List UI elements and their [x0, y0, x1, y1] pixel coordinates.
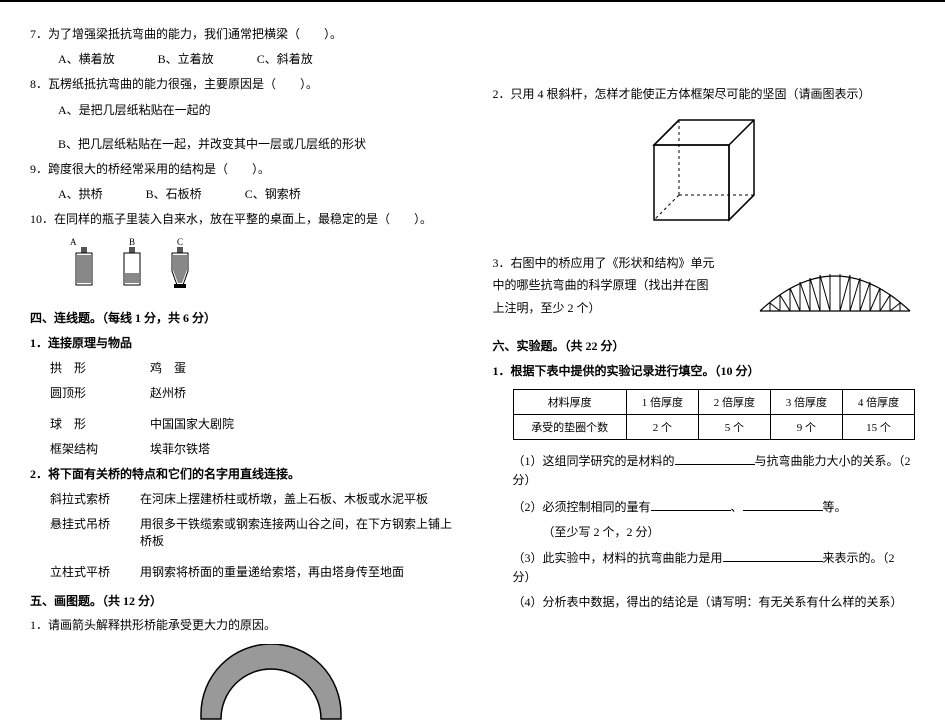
match-l-0: 拱 形 — [30, 359, 120, 376]
s2d: （至少写 2 个，2 分） — [493, 523, 916, 542]
s1a: （1）这组同学研究的是材料的 — [513, 454, 675, 468]
right-column: 2．只用 4 根斜杆，怎样才能使正方体框架尽可能的坚固（请画图表示） 3．右图中… — [493, 22, 916, 635]
bridge-row-1: 悬挂式吊桥用很多干铁缆索或钢索连接两山谷之间，在下方钢索上铺上桥板 — [30, 515, 453, 549]
experiment-table: 材料厚度 1 倍厚度 2 倍厚度 3 倍厚度 4 倍厚度 承受的垫圈个数 2 个… — [513, 389, 916, 440]
sub-q4: （4）分析表中数据，得出的结论是（请写明：有无关系有什么样的关系） — [493, 593, 916, 612]
sec4-part2-title: 2．将下面有关桥的特点和它们的名字用直线连接。 — [30, 465, 453, 482]
th-0: 材料厚度 — [513, 390, 626, 415]
bottle-a-label: A — [70, 237, 98, 247]
bridge-l-1: 悬挂式吊桥 — [50, 515, 140, 549]
match-l-2: 球 形 — [30, 415, 120, 432]
right-q3-row: 3．右图中的桥应用了《形状和结构》单元 中的哪些抗弯曲的科学原理（找出并在图 上… — [493, 251, 916, 321]
s3a: （3）此实验中，材料的抗弯曲能力是用 — [513, 551, 723, 565]
left-column: 7．为了增强梁抵抗弯曲的能力，我们通常把横梁（ ）。 A、横着放 B、立着放 C… — [30, 22, 453, 635]
arch-bridge-icon — [755, 251, 915, 321]
td-1: 5 个 — [698, 415, 770, 440]
bridge-r-2: 用钢索将桥面的重量递给索塔，再由塔身传至地面 — [140, 563, 453, 580]
th-3: 3 倍厚度 — [770, 390, 842, 415]
q3-l2: 中的哪些抗弯曲的科学原理（找出并在图 — [493, 276, 746, 295]
match-row-1: 圆顶形赵州桥 — [30, 384, 453, 401]
blank-2a — [651, 497, 731, 511]
arch-icon — [181, 644, 361, 724]
bottle-b-icon — [118, 247, 146, 289]
q9-opt-a: A、拱桥 — [58, 185, 103, 204]
section-4-title: 四、连线题。（每线 1 分，共 6 分） — [30, 309, 453, 326]
blank-1 — [675, 451, 755, 465]
sec4-part1-title: 1．连接原理与物品 — [30, 334, 453, 351]
bridge-row-2: 立柱式平桥用钢索将桥面的重量递给索塔，再由塔身传至地面 — [30, 563, 453, 580]
bridge-l-2: 立柱式平桥 — [50, 563, 140, 580]
sub-q2: （2）必须控制相同的量有 、 等。 — [493, 497, 916, 517]
right-q3-text: 3．右图中的桥应用了《形状和结构》单元 中的哪些抗弯曲的科学原理（找出并在图 上… — [493, 251, 746, 321]
q7-opt-c: C、斜着放 — [257, 50, 313, 69]
bridge-r-1: 用很多干铁缆索或钢索连接两山谷之间，在下方钢索上铺上桥板 — [140, 515, 453, 549]
match-r-1: 赵州桥 — [120, 384, 186, 401]
q7-text: 7．为了增强梁抵抗弯曲的能力，我们通常把横梁（ ）。 — [30, 25, 453, 44]
q3-l3: 上注明，至少 2 个） — [493, 299, 746, 318]
arch-figure — [30, 644, 453, 724]
right-q2: 2．只用 4 根斜杆，怎样才能使正方体框架尽可能的坚固（请画图表示） — [493, 85, 916, 104]
bottle-b-label: B — [118, 237, 146, 247]
s2a: （2）必须控制相同的量有 — [513, 500, 651, 514]
match-r-3: 埃菲尔铁塔 — [120, 440, 210, 457]
bottle-c-label: C — [166, 237, 194, 247]
section-6-title: 六、实验题。（共 22 分） — [493, 337, 916, 354]
section-5-title: 五、画图题。（共 12 分） — [30, 592, 453, 609]
th-1: 1 倍厚度 — [626, 390, 698, 415]
q9-text: 9．跨度很大的桥经常采用的结构是（ ）。 — [30, 160, 453, 179]
s2c: 等。 — [823, 500, 847, 514]
q9-options: A、拱桥 B、石板桥 C、钢索桥 — [30, 185, 453, 204]
bottle-a-wrap: A — [70, 237, 98, 293]
bridge-r-0: 在河床上摆建桥柱或桥墩，盖上石板、木板或水泥平板 — [140, 490, 453, 507]
td-2: 9 个 — [770, 415, 842, 440]
match-row-0: 拱 形鸡 蛋 — [30, 359, 453, 376]
th-2: 2 倍厚度 — [698, 390, 770, 415]
q8-opt-b: B、把几层纸粘贴在一起，并改变其中一层或几层纸的形状 — [30, 135, 453, 154]
table-data-row: 承受的垫圈个数 2 个 5 个 9 个 15 个 — [513, 415, 915, 440]
th-4: 4 倍厚度 — [842, 390, 914, 415]
table-header-row: 材料厚度 1 倍厚度 2 倍厚度 3 倍厚度 4 倍厚度 — [513, 390, 915, 415]
q7-opt-a: A、横着放 — [58, 50, 115, 69]
q7-options: A、横着放 B、立着放 C、斜着放 — [30, 50, 453, 69]
q8-text: 8．瓦楞纸抵抗弯曲的能力很强，主要原因是（ ）。 — [30, 75, 453, 94]
q10-bottles: A B C — [30, 237, 453, 293]
bottle-a-icon — [70, 247, 98, 289]
match-r-2: 中国国家大剧院 — [120, 415, 234, 432]
q7-opt-b: B、立着放 — [158, 50, 214, 69]
blank-3 — [723, 548, 823, 562]
td-3: 15 个 — [842, 415, 914, 440]
bottle-b-wrap: B — [118, 237, 146, 293]
td-label: 承受的垫圈个数 — [513, 415, 626, 440]
match-l-3: 框架结构 — [30, 440, 120, 457]
bridge-l-0: 斜拉式索桥 — [50, 490, 140, 507]
q9-opt-c: C、钢索桥 — [245, 185, 301, 204]
sub-q1: （1）这组同学研究的是材料的与抗弯曲能力大小的关系。（2 分） — [493, 451, 916, 490]
sec5-q1: 1．请画箭头解释拱形桥能承受更大力的原因。 — [30, 616, 453, 635]
s2b: 、 — [731, 500, 743, 514]
cube-figure — [493, 115, 916, 225]
q3-l1: 3．右图中的桥应用了《形状和结构》单元 — [493, 254, 746, 273]
cube-icon — [634, 115, 774, 225]
sec6-q1-title: 1．根据下表中提供的实验记录进行填空。（10 分） — [493, 362, 916, 379]
match-row-3: 框架结构埃菲尔铁塔 — [30, 440, 453, 457]
sub-q3: （3）此实验中，材料的抗弯曲能力是用来表示的。（2 分） — [493, 548, 916, 587]
bridge-row-0: 斜拉式索桥在河床上摆建桥柱或桥墩，盖上石板、木板或水泥平板 — [30, 490, 453, 507]
match-l-1: 圆顶形 — [30, 384, 120, 401]
match-r-0: 鸡 蛋 — [120, 359, 186, 376]
blank-2b — [743, 497, 823, 511]
q10-text: 10．在同样的瓶子里装入自来水，放在平整的桌面上，最稳定的是（ ）。 — [30, 210, 453, 229]
q9-opt-b: B、石板桥 — [146, 185, 202, 204]
match-row-2: 球 形中国国家大剧院 — [30, 415, 453, 432]
td-0: 2 个 — [626, 415, 698, 440]
q8-opt-a: A、是把几层纸粘贴在一起的 — [30, 101, 453, 120]
bottle-c-icon — [166, 247, 194, 289]
bottle-c-wrap: C — [166, 237, 194, 293]
